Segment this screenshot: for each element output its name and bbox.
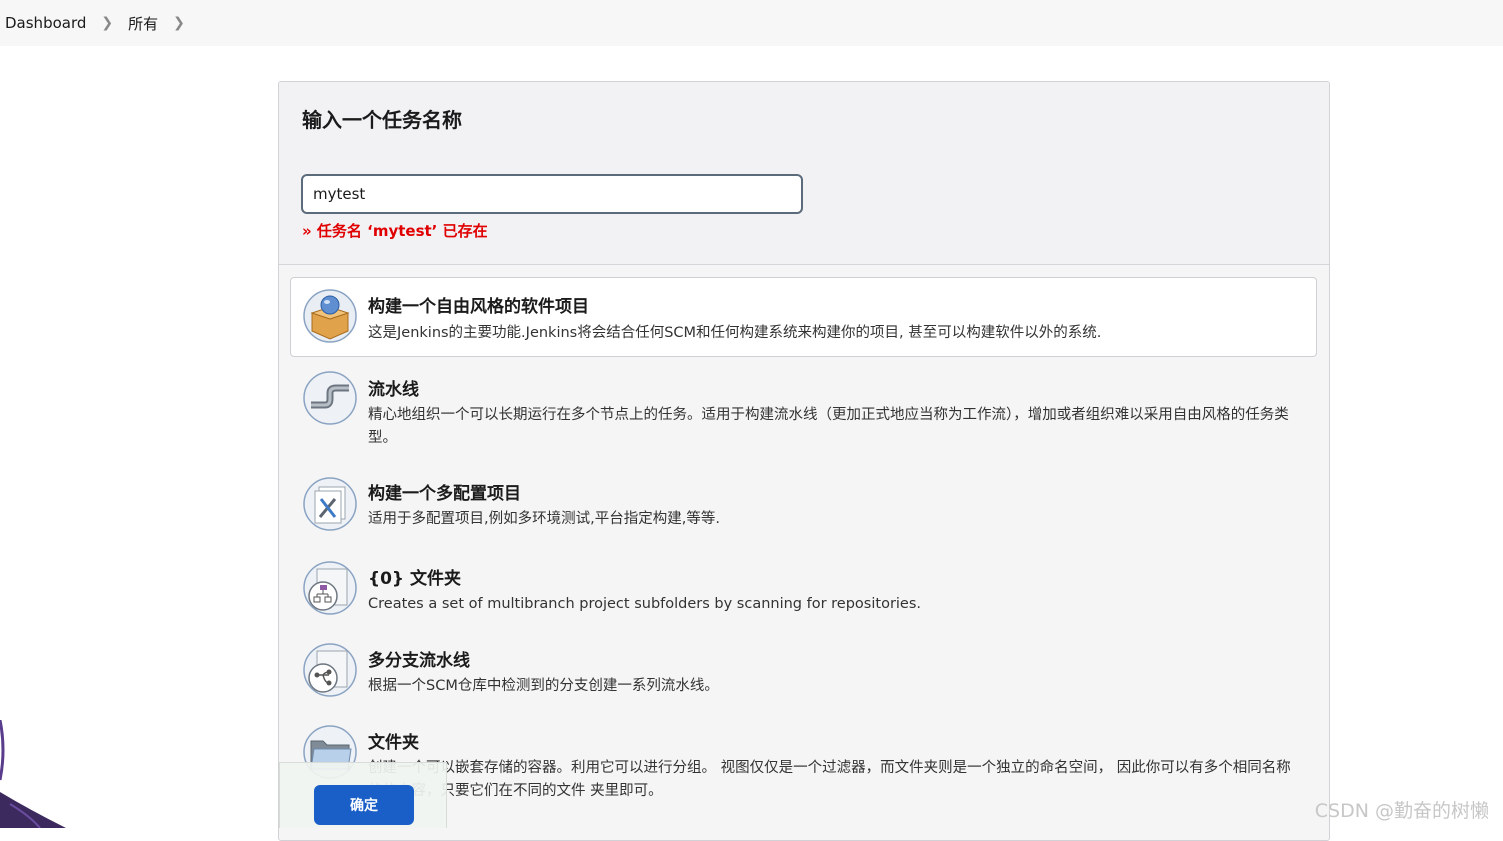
item-type-multibranch-pipeline[interactable]: 多分支流水线 根据一个SCM仓库中检测到的分支创建一系列流水线。 [290, 634, 1317, 706]
pipeline-icon [303, 371, 357, 425]
mascot-decoration [0, 720, 66, 828]
item-name-input[interactable] [301, 174, 803, 214]
item-type-description: Creates a set of multibranch project sub… [368, 596, 922, 612]
item-type-title: 流水线 [368, 380, 419, 400]
item-type-multi-configuration[interactable]: 构建一个多配置项目 适用于多配置项目,例如多环境测试,平台指定构建,等等. [290, 467, 1317, 539]
watermark: CSDN @勤奋的树懒 [1314, 800, 1489, 822]
item-name-section: 输入一个任务名称 » 任务名 ‘mytest’ 已存在 [279, 82, 1329, 265]
item-type-pipeline[interactable]: 流水线 精心地组织一个可以长期运行在多个节点上的任务。适用于构建流水线（更加正式… [290, 362, 1317, 454]
chevron-right-icon[interactable]: ❯ [101, 15, 113, 31]
organization-folder-icon [303, 561, 357, 615]
item-type-freestyle[interactable]: 构建一个自由风格的软件项目 这是Jenkins的主要功能.Jenkins将会结合… [290, 277, 1317, 357]
item-type-description: 创建一个可以嵌套存储的容器。利用它可以进行分组。 视图仅仅是一个过滤器，而文件夹… [368, 760, 1291, 799]
item-type-title: 构建一个多配置项目 [368, 484, 521, 504]
item-type-title: 多分支流水线 [368, 651, 470, 671]
chevron-right-icon[interactable]: ❯ [173, 15, 185, 31]
breadcrumb-dashboard[interactable]: Dashboard [5, 14, 86, 32]
item-type-description: 这是Jenkins的主要功能.Jenkins将会结合任何SCM和任何构建系统来构… [368, 325, 1102, 341]
breadcrumb-all[interactable]: 所有 [128, 13, 158, 34]
multibranch-pipeline-icon [303, 643, 357, 697]
item-type-description: 根据一个SCM仓库中检测到的分支创建一系列流水线。 [368, 678, 719, 694]
item-type-description: 适用于多配置项目,例如多环境测试,平台指定构建,等等. [368, 511, 720, 527]
item-type-organization-folder[interactable]: {0} 文件夹 Creates a set of multibranch pro… [290, 552, 1317, 624]
ok-button[interactable]: 确定 [314, 785, 414, 825]
item-name-heading: 输入一个任务名称 [302, 108, 462, 132]
multi-configuration-icon [303, 477, 357, 531]
item-type-description: 精心地组织一个可以长期运行在多个节点上的任务。适用于构建流水线（更加正式地应当称… [368, 407, 1289, 446]
breadcrumb: Dashboard ❯ 所有 ❯ [0, 0, 1503, 46]
new-item-panel: 输入一个任务名称 » 任务名 ‘mytest’ 已存在 构建一个自由风格的软件项… [278, 81, 1330, 841]
item-name-error: » 任务名 ‘mytest’ 已存在 [302, 222, 488, 240]
freestyle-project-icon [303, 289, 357, 343]
item-type-title: 文件夹 [368, 733, 419, 753]
item-type-title: {0} 文件夹 [368, 569, 461, 589]
item-type-title: 构建一个自由风格的软件项目 [368, 297, 589, 317]
